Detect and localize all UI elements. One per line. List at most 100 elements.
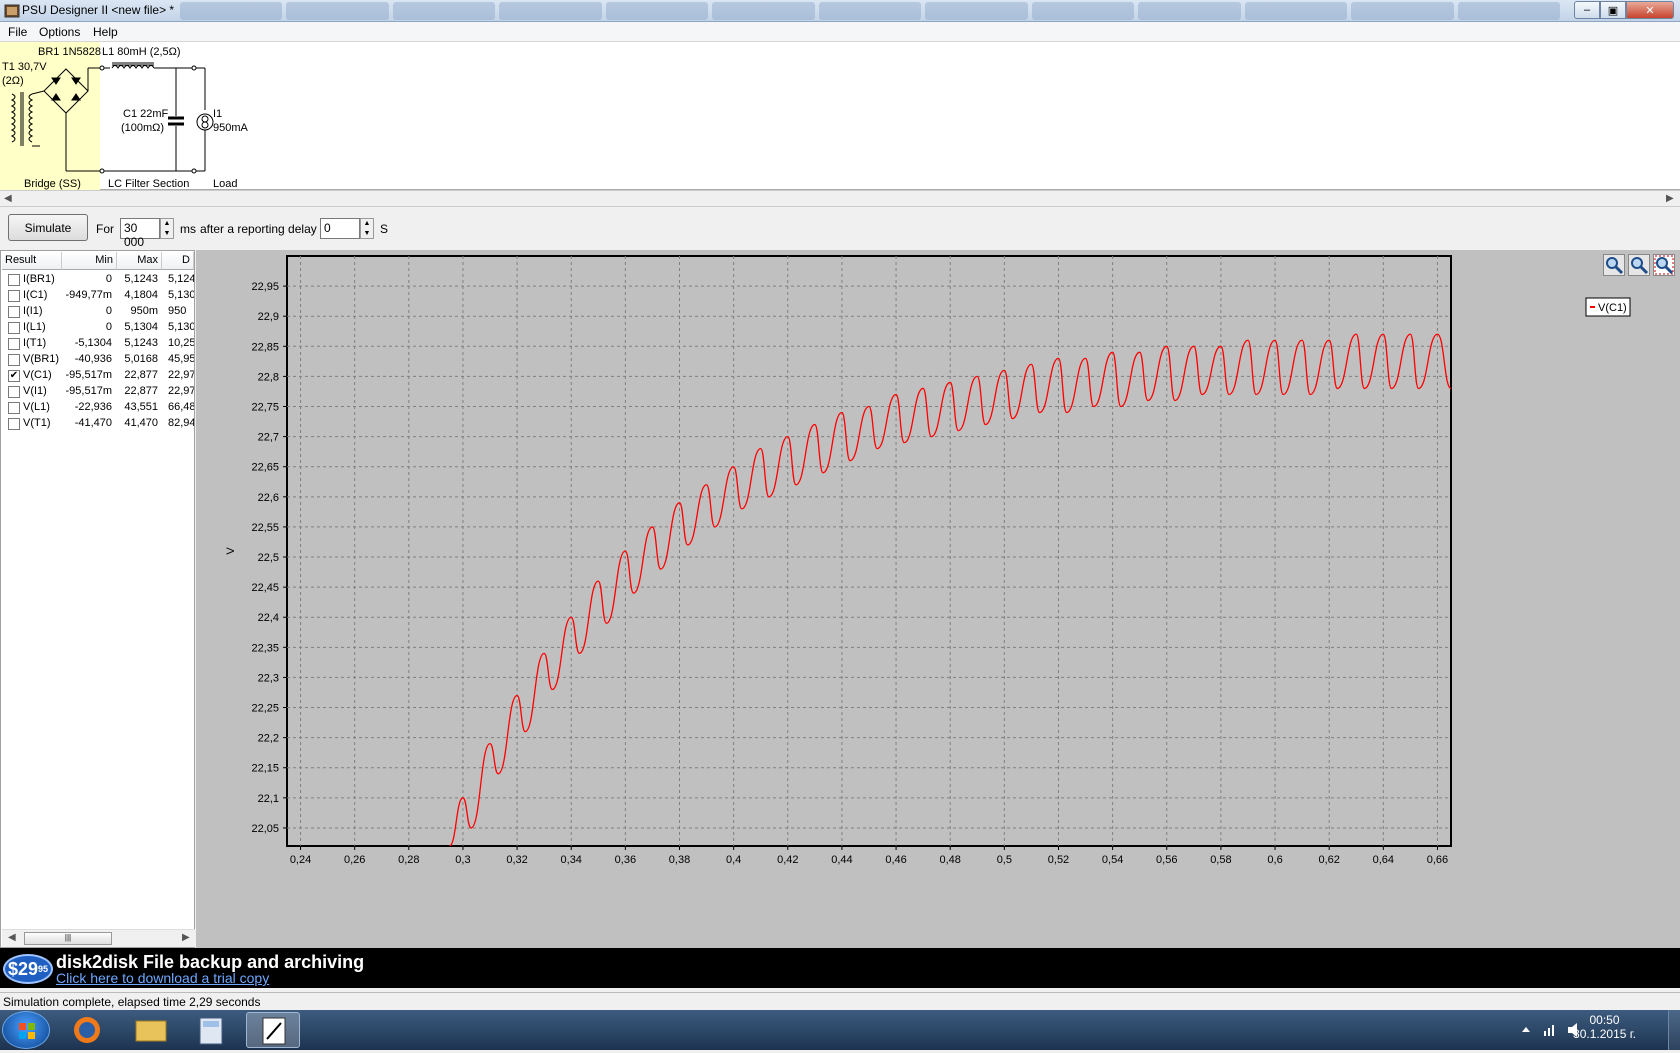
result-row[interactable]: V(I1) -95,517m 22,877 22,97 [1, 383, 194, 400]
result-checkbox[interactable] [8, 386, 20, 398]
taskbar-explorer[interactable] [124, 1012, 178, 1048]
taskbar-firefox[interactable] [60, 1012, 114, 1048]
scroll-right-icon[interactable]: ▶ [182, 932, 190, 943]
result-checkbox[interactable] [8, 354, 20, 366]
simulate-button[interactable]: Simulate [8, 214, 88, 241]
taskbar-calculator[interactable] [184, 1012, 238, 1048]
results-scrollbar[interactable]: ◀ ||| ▶ [2, 929, 195, 947]
banner-download-link[interactable]: Click here to download a trial copy [56, 970, 269, 986]
menu-help[interactable]: Help [93, 25, 118, 39]
result-checkbox[interactable] [8, 322, 20, 334]
circuit-schematic[interactable]: BR1 1N5828 L1 80mH (2,5Ω) T1 30,7V (2Ω) … [0, 42, 1680, 190]
scroll-left-icon[interactable]: ◀ [4, 193, 12, 204]
result-row[interactable]: I(T1) -5,1304 5,1243 10,25 [1, 335, 194, 352]
result-max: 43,551 [124, 401, 158, 413]
result-row[interactable]: V(T1) -41,470 41,470 82,94 [1, 415, 194, 432]
x-tick-label: 0,3 [455, 854, 470, 866]
result-checkbox[interactable] [8, 418, 20, 430]
voltage-chart[interactable]: 0,24 0,26 0,28 0,3 0,32 0,34 0,36 0,38 0,4 0,42 0,… [196, 250, 1680, 948]
delay-spinner[interactable]: ▲ ▼ [360, 218, 374, 239]
x-tick-label: 0,56 [1156, 854, 1177, 866]
maximize-button[interactable]: ▣ [1600, 1, 1626, 19]
header-max[interactable]: Max [117, 252, 162, 270]
legend-label: V(C1) [1598, 302, 1627, 314]
simulation-toolbar: Simulate For 30 000 ▲ ▼ ms after a report… [0, 208, 1680, 250]
result-row[interactable]: I(BR1) 0 5,1243 5,124 [1, 271, 194, 288]
clock-time: 00:50 [1589, 1013, 1620, 1027]
scroll-right-icon[interactable]: ▶ [1666, 193, 1674, 204]
delay-input[interactable]: 0 [320, 218, 360, 239]
zoom-in-icon[interactable] [1603, 254, 1625, 276]
minimize-button[interactable]: – [1574, 1, 1600, 19]
result-row[interactable]: I(I1) 0 950m 950 [1, 303, 194, 320]
result-row[interactable]: I(C1) -949,77m 4,1804 5,130 [1, 287, 194, 304]
inductor-label: L1 80mH (2,5Ω) [102, 46, 181, 58]
capacitor-label: C1 22mF [123, 108, 169, 120]
menu-file[interactable]: File [8, 25, 27, 39]
start-button[interactable] [2, 1011, 50, 1049]
zoom-out-icon[interactable] [1628, 254, 1650, 276]
result-checkbox[interactable] [8, 274, 20, 286]
result-min: -41,470 [74, 417, 112, 429]
folder-icon [135, 1020, 167, 1042]
capacitor-resistance: (100mΩ) [121, 122, 165, 134]
result-checkbox[interactable] [8, 306, 20, 318]
result-min: -95,517m [65, 369, 112, 381]
x-tick-label: 0,58 [1210, 854, 1231, 866]
result-d: 950 [168, 305, 187, 317]
menu-bar: File Options Help [0, 22, 1680, 42]
result-max: 22,877 [124, 385, 158, 397]
taskbar-psu-designer[interactable] [246, 1012, 300, 1048]
duration-spinner[interactable]: ▲ ▼ [160, 218, 174, 239]
delay-label: after a reporting delay of [200, 222, 331, 236]
result-max: 22,877 [124, 369, 158, 381]
result-checkbox[interactable] [8, 402, 20, 414]
header-d[interactable]: D [162, 252, 194, 270]
result-checkbox[interactable] [8, 338, 20, 350]
chart-panel[interactable]: 0,24 0,26 0,28 0,3 0,32 0,34 0,36 0,38 0,4 0,42 0,… [196, 250, 1680, 948]
clock-date: 30.1.2015 г. [1573, 1027, 1636, 1041]
x-tick-label: 0,66 [1427, 854, 1448, 866]
duration-input[interactable]: 30 000 [120, 218, 160, 249]
result-name: V(T1) [23, 417, 51, 429]
result-row[interactable]: V(L1) -22,936 43,551 66,48 [1, 399, 194, 416]
result-min: -95,517m [65, 385, 112, 397]
scroll-left-icon[interactable]: ◀ [8, 932, 16, 943]
x-tick-label: 0,64 [1373, 854, 1394, 866]
header-min[interactable]: Min [62, 252, 117, 270]
y-tick-label: 22,8 [258, 371, 279, 383]
title-bar: PSU Designer II <new file> * – ▣ ✕ [0, 0, 1680, 22]
x-tick-label: 0,32 [506, 854, 527, 866]
scroll-thumb[interactable]: ||| [24, 932, 112, 945]
x-tick-label: 0,44 [831, 854, 852, 866]
y-axis-label: V [225, 547, 237, 555]
price-text: $29 [7, 958, 39, 979]
y-tick-label: 22,3 [258, 672, 279, 684]
result-name: I(C1) [23, 289, 48, 301]
result-d: 82,94 [168, 417, 194, 429]
schematic-scrollbar[interactable]: ◀ ▶ [0, 190, 1680, 207]
x-tick-label: 0,26 [344, 854, 365, 866]
y-tick-label: 22,95 [251, 281, 279, 293]
y-tick-label: 22,25 [251, 703, 279, 715]
result-checkbox[interactable]: ✔ [8, 370, 20, 382]
result-d: 22,97 [168, 369, 194, 381]
menu-options[interactable]: Options [39, 25, 80, 39]
header-result[interactable]: Result [2, 252, 62, 270]
zoom-fit-icon[interactable] [1653, 254, 1675, 276]
show-desktop-button[interactable] [1668, 1010, 1680, 1050]
result-max: 4,1804 [124, 289, 158, 301]
x-tick-label: 0,48 [939, 854, 960, 866]
x-tick-label: 0,38 [669, 854, 690, 866]
close-button[interactable]: ✕ [1626, 1, 1674, 19]
system-clock[interactable]: 00:50 30.1.2015 г. [1573, 1013, 1636, 1041]
result-row[interactable]: ✔ V(C1) -95,517m 22,877 22,97 [1, 367, 194, 384]
price-cents: 95 [38, 964, 49, 974]
result-row[interactable]: I(L1) 0 5,1304 5,130 [1, 319, 194, 336]
result-d: 5,130 [168, 289, 194, 301]
result-row[interactable]: V(BR1) -40,936 5,0168 45,95 [1, 351, 194, 368]
x-tick-label: 0,5 [997, 854, 1012, 866]
x-tick-label: 0,52 [1048, 854, 1069, 866]
ad-banner[interactable]: $29 95 disk2disk File backup and archivin… [0, 948, 1680, 988]
result-checkbox[interactable] [8, 290, 20, 302]
